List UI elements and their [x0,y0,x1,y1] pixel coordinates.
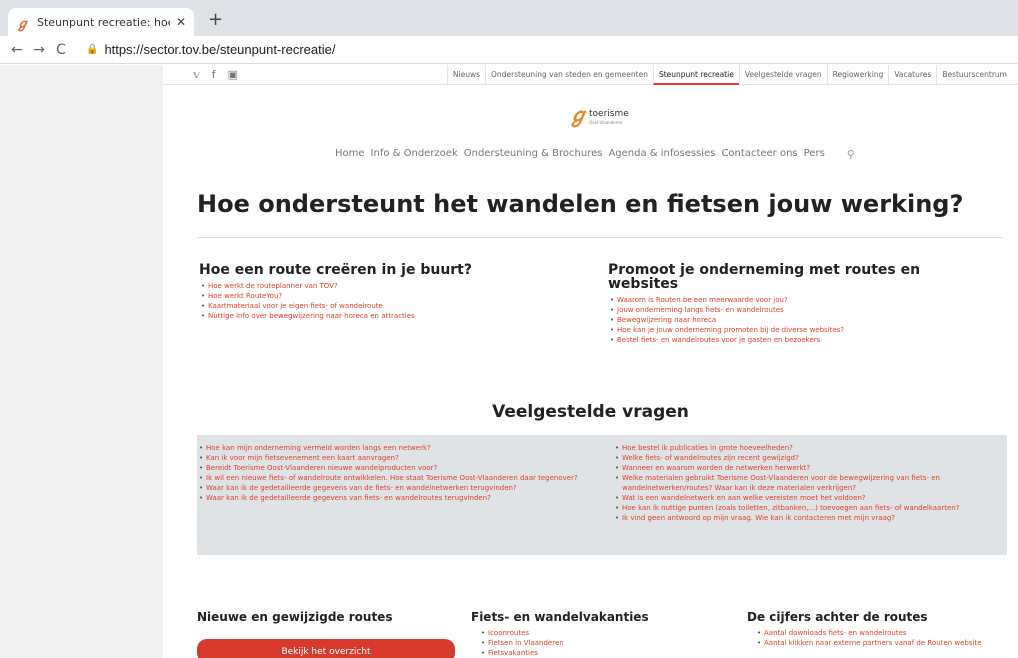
nav-ondersteuning-brochures[interactable]: Ondersteuning & Brochures [464,148,603,161]
nav-home[interactable]: Home [335,148,365,161]
page-title: Hoe ondersteunt het wandelen en fietsen … [197,190,964,218]
link-item[interactable]: Hoe werkt RouteYou? [199,291,559,301]
section-route-creeren: Hoe een route creëren in je buurt? Hoe w… [199,263,559,321]
section-title: Promoot je onderneming met routes en web… [608,262,921,292]
address-bar: ← → C 🔒 https://sector.tov.be/steunpunt-… [0,36,1018,64]
browser-tab[interactable]: ℊ Steunpunt recreatie: hoe onderst ✕ [8,8,194,36]
link-item[interactable]: Fietsen in Vlaanderen [479,638,731,648]
top-nav: Nieuws Ondersteuning van steden en gemee… [446,65,1012,85]
section-title: Fiets- en wandelvakanties [471,610,649,624]
faq-panel: Hoe kan mijn onderneming vermeld worden … [197,435,1007,555]
faq-title: Veelgestelde vragen [492,402,689,422]
logo-text: toerisme Oost-Vlaanderen [589,109,629,125]
link-item[interactable]: Bewegwijzering naar horeca [608,315,978,325]
section-title: Hoe een route creëren in je buurt? [199,262,472,278]
section-title: De cijfers achter de routes [747,610,928,624]
top-nav-nieuws[interactable]: Nieuws [446,65,485,85]
new-tab-button[interactable]: + [208,9,223,30]
faq-left-column: Hoe kan mijn onderneming vermeld worden … [197,439,597,503]
social-links: 𝕧 f ▣ [193,68,238,81]
link-item[interactable]: Hoe kan je jouw onderneming promoten bij… [608,325,978,335]
faq-right-column: Hoe bestel ik publicaties in grote hoeve… [613,439,1003,523]
youtube-icon[interactable]: ▣ [228,68,238,81]
browser-tab-bar: ℊ Steunpunt recreatie: hoe onderst ✕ + [0,0,1018,36]
link-item[interactable]: Nuttige info over bewegwijzering naar ho… [199,311,559,321]
top-nav-ondersteuning[interactable]: Ondersteuning van steden en gemeenten [485,65,653,85]
forward-icon[interactable]: → [28,42,50,58]
top-nav-steunpunt-recreatie[interactable]: Steunpunt recreatie [652,65,739,85]
faq-link[interactable]: Welke materialen gebruikt Toerisme Oost-… [613,473,1003,493]
main-nav: Home Info & Onderzoek Ondersteuning & Br… [335,148,855,161]
top-nav-vacatures[interactable]: Vacatures [888,65,936,85]
link-item[interactable]: Waarom is Routen.be een meerwaarde voor … [608,295,978,305]
logo-mark-icon: ℊ [568,103,588,127]
top-nav-bestuurscentrum[interactable]: Bestuurscentrum [936,65,1012,85]
link-item[interactable]: Aantal klikken naar externe partners van… [755,638,1007,648]
divider [197,237,1003,238]
faq-link[interactable]: Hoe bestel ik publicaties in grote hoeve… [613,443,1003,453]
view-overview-button[interactable]: Bekijk het overzicht [197,639,455,658]
faq-link[interactable]: Kan ik voor mijn fietsevenement een kaar… [197,453,597,463]
faq-link[interactable]: Bereidt Toerisme Oost-Vlaanderen nieuwe … [197,463,597,473]
lock-icon[interactable]: 🔒 [86,44,98,55]
nav-info-onderzoek[interactable]: Info & Onderzoek [371,148,458,161]
link-item[interactable]: Fietsvakanties [479,648,731,658]
top-bar: 𝕧 f ▣ Nieuws Ondersteuning van steden en… [163,65,1018,85]
faq-link[interactable]: Wat is een wandelnetwerk en aan welke ve… [613,493,1003,503]
facebook-icon[interactable]: f [212,68,216,81]
link-item[interactable]: Bestel fiets- en wandelroutes voor je ga… [608,335,978,345]
top-nav-veelgestelde-vragen[interactable]: Veelgestelde vragen [738,65,827,85]
site-favicon-icon: ℊ [16,16,30,32]
web-page: 𝕧 f ▣ Nieuws Ondersteuning van steden en… [163,65,1018,658]
section-cijfers: De cijfers achter de routes Aantal downl… [747,610,1007,648]
link-item[interactable]: Hoe werkt de routeplanner van TOV? [199,281,559,291]
faq-link[interactable]: Waar kan ik de gedetailleerde gegevens v… [197,493,597,503]
twitter-icon[interactable]: 𝕧 [193,68,200,81]
faq-link[interactable]: Hoe kan mijn onderneming vermeld worden … [197,443,597,453]
link-item[interactable]: Kaartmateriaal voor je eigen fiets- of w… [199,301,559,311]
faq-link[interactable]: Welke fiets- of wandelroutes zijn recent… [613,453,1003,463]
search-icon[interactable]: ⚲ [847,148,855,161]
left-margin [0,65,163,658]
nav-pers[interactable]: Pers [804,148,825,161]
section-nieuwe-routes: Nieuwe en gewijzigde routes [197,610,457,624]
link-item[interactable]: Aantal downloads fiets- en wandelroutes [755,628,1007,638]
nav-agenda[interactable]: Agenda & infosessies [608,148,715,161]
faq-link[interactable]: Hoe kan ik nuttige punten (zoals toilett… [613,503,1003,513]
section-vakanties: Fiets- en wandelvakanties Icoonroutes Fi… [471,610,731,658]
faq-link[interactable]: Waar kan ik de gedetailleerde gegevens v… [197,483,597,493]
section-promoot: Promoot je onderneming met routes en web… [608,263,978,345]
tab-title: Steunpunt recreatie: hoe onderst [37,15,170,29]
faq-link[interactable]: Ik wil een nieuwe fiets- of wandelroute … [197,473,597,483]
link-item[interactable]: Jouw onderneming langs fiets- en wandelr… [608,305,978,315]
nav-contact[interactable]: Contacteer ons [721,148,797,161]
url-field[interactable]: https://sector.tov.be/steunpunt-recreati… [104,42,335,57]
reload-icon[interactable]: C [50,42,72,58]
top-nav-regiowerking[interactable]: Regiowerking [826,65,889,85]
faq-link[interactable]: Ik vind geen antwoord op mijn vraag. Wie… [613,513,1003,523]
link-item[interactable]: Icoonroutes [479,628,731,638]
section-title: Nieuwe en gewijzigde routes [197,610,393,624]
back-icon[interactable]: ← [6,42,28,58]
faq-link[interactable]: Wanneer en waarom worden de netwerken he… [613,463,1003,473]
close-tab-icon[interactable]: ✕ [176,15,186,29]
site-logo[interactable]: ℊ toerisme Oost-Vlaanderen [568,105,629,125]
